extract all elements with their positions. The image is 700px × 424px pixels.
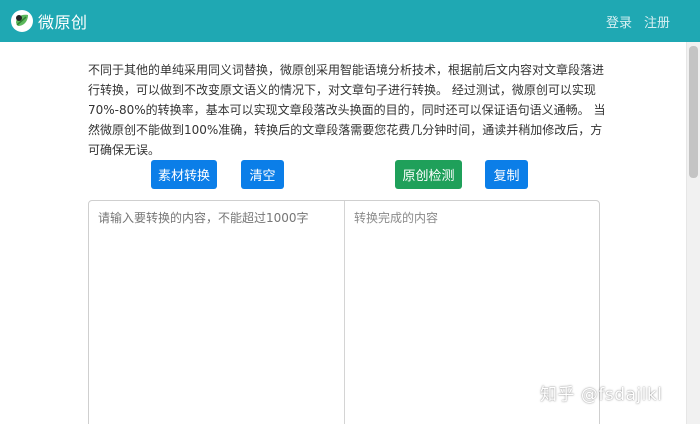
leaf-logo-icon [11, 10, 33, 32]
register-link[interactable]: 注册 [644, 12, 670, 31]
scrollbar-thumb[interactable] [689, 46, 698, 178]
top-navbar: 微原创 登录 注册 [0, 0, 700, 42]
originality-check-button[interactable]: 原创检测 [395, 160, 462, 189]
source-text-input[interactable] [98, 209, 338, 419]
editor-divider [344, 201, 345, 424]
clear-button[interactable]: 清空 [241, 160, 284, 189]
result-text-output[interactable]: 转换完成的内容 [354, 209, 594, 226]
convert-button[interactable]: 素材转换 [151, 160, 217, 189]
nav-links: 登录 注册 [606, 12, 670, 31]
brand-name: 微原创 [38, 13, 88, 32]
copy-button[interactable]: 复制 [485, 160, 528, 189]
watermark: 知乎 @fsdajlkl [540, 385, 663, 405]
editor-panel: 转换完成的内容 [88, 200, 600, 424]
intro-paragraph: 不同于其他的单纯采用同义词替换，微原创采用智能语境分析技术，根据前后文内容对文章… [88, 63, 606, 157]
login-link[interactable]: 登录 [606, 12, 632, 31]
brand[interactable]: 微原创 [10, 8, 88, 34]
